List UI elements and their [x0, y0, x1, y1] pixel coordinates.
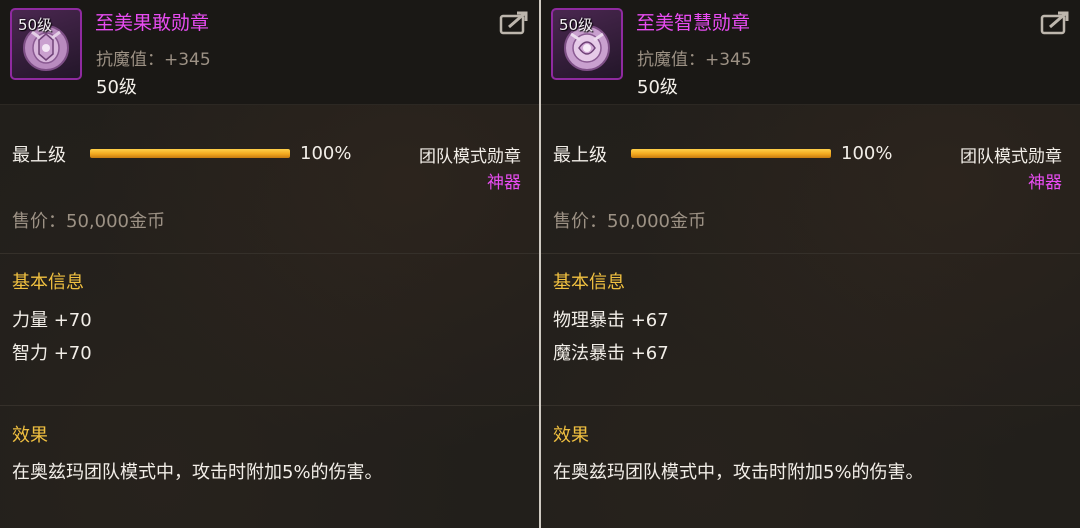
item-tooltip-panel: 50级 至美智慧勋章 抗魔值：+345 50级 最上级 100% 团队模式勋章 … [539, 0, 1080, 528]
grade-label: 最上级 [12, 145, 66, 166]
sell-price: 售价：50,000金币 [12, 211, 165, 232]
basic-info-title: 基本信息 [12, 272, 84, 293]
grade-percent: 100% [300, 143, 352, 164]
required-level: 50级 [96, 77, 137, 98]
item-header: 50级 至美智慧勋章 抗魔值：+345 50级 [541, 0, 1080, 105]
divider [541, 253, 1080, 254]
tooltip-comparison: 50级 至美果敢勋章 抗魔值：+345 50级 最上级 100% 团队模式勋章 … [0, 0, 1080, 528]
basic-info-title: 基本信息 [553, 272, 625, 293]
icon-level-badge: 50级 [559, 16, 594, 34]
item-header: 50级 至美果敢勋章 抗魔值：+345 50级 [0, 0, 539, 105]
icon-level-badge: 50级 [18, 16, 53, 34]
effect-description: 在奥兹玛团队模式中，攻击时附加5%的伤害。 [12, 462, 383, 483]
grade-percent: 100% [841, 143, 893, 164]
item-rarity: 神器 [487, 173, 521, 193]
item-name: 至美智慧勋章 [636, 12, 751, 34]
divider [0, 253, 539, 254]
divider [541, 405, 1080, 406]
attribute-line: 智力 +70 [12, 343, 92, 364]
medal-icon[interactable]: 50级 [551, 8, 623, 80]
grade-progress-bar [631, 149, 831, 158]
grade-progress-fill [90, 149, 290, 158]
share-icon[interactable] [499, 10, 529, 36]
required-level: 50级 [637, 77, 678, 98]
item-type: 团队模式勋章 [419, 147, 521, 167]
attribute-line: 魔法暴击 +67 [553, 343, 669, 364]
grade-progress-bar [90, 149, 290, 158]
effect-title: 效果 [553, 425, 589, 446]
sell-price: 售价：50,000金币 [553, 211, 706, 232]
grade-label: 最上级 [553, 145, 607, 166]
medal-icon[interactable]: 50级 [10, 8, 82, 80]
share-icon[interactable] [1040, 10, 1070, 36]
attribute-line: 物理暴击 +67 [553, 310, 669, 331]
magic-resist-stat: 抗魔值：+345 [96, 50, 211, 70]
effect-title: 效果 [12, 425, 48, 446]
item-type: 团队模式勋章 [960, 147, 1062, 167]
effect-description: 在奥兹玛团队模式中，攻击时附加5%的伤害。 [553, 462, 924, 483]
attribute-line: 力量 +70 [12, 310, 92, 331]
grade-progress-fill [631, 149, 831, 158]
magic-resist-stat: 抗魔值：+345 [637, 50, 752, 70]
item-rarity: 神器 [1028, 173, 1062, 193]
item-tooltip-panel: 50级 至美果敢勋章 抗魔值：+345 50级 最上级 100% 团队模式勋章 … [0, 0, 539, 528]
divider [0, 405, 539, 406]
item-name: 至美果敢勋章 [95, 12, 210, 34]
